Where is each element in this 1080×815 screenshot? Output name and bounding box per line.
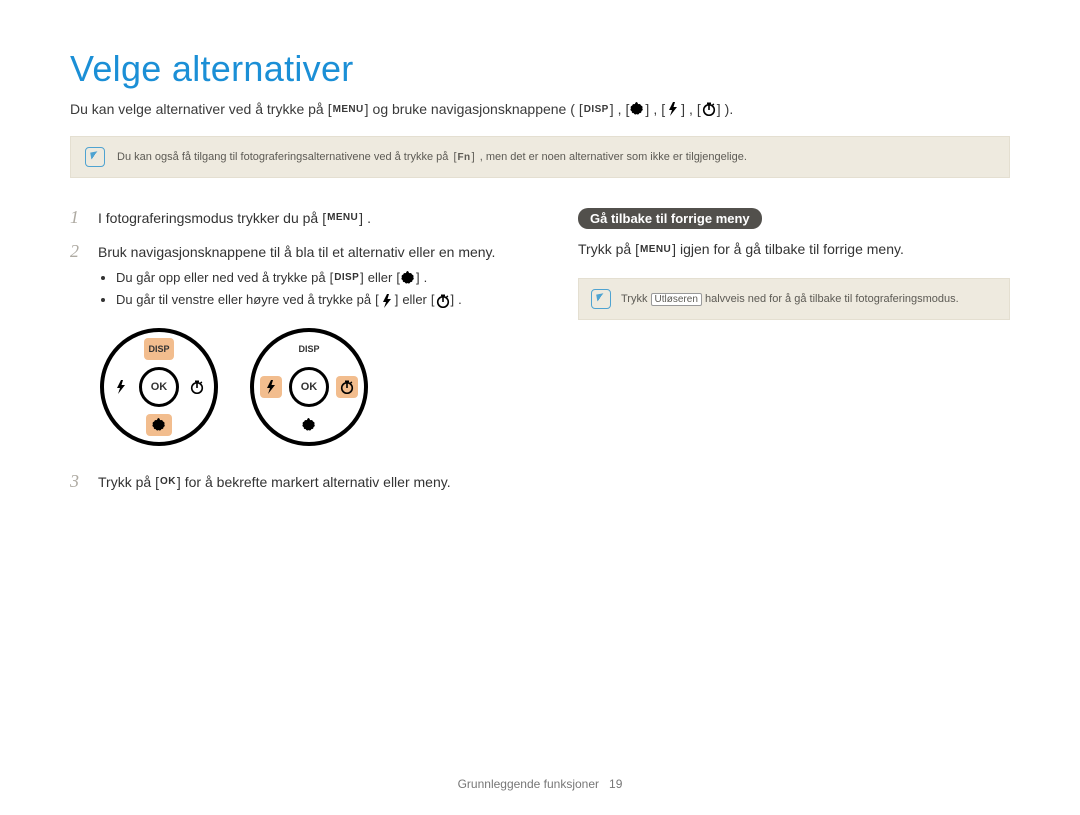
flower-icon	[301, 417, 317, 433]
step-1: 1 I fotograferingsmodus trykker du på ME…	[70, 208, 530, 228]
dial-macro-icon	[146, 414, 172, 436]
dial-disp-label: DISP	[294, 338, 324, 360]
navigation-dials: DISP OK DISP OK	[100, 328, 530, 446]
step-number: 1	[70, 208, 88, 228]
dial-ok-label: OK	[289, 367, 329, 407]
manual-page: Velge alternativer Du kan velge alternat…	[0, 0, 1080, 815]
intro-sep-2: ,	[653, 101, 657, 117]
back-after: igjen for å gå tilbake til forrige meny.	[680, 239, 904, 260]
menu-button-ref: MENU	[633, 241, 678, 259]
top-note-box: Du kan også få tilgang til fotografering…	[70, 136, 1010, 178]
footer-page-number: 19	[609, 777, 622, 791]
bullet1-a: Du går opp eller ned ved å trykke på	[116, 269, 326, 288]
step3-after: for å bekrefte markert alternativ eller …	[185, 472, 451, 492]
bullet1-end: .	[424, 269, 428, 288]
ok-button-ref: OK	[153, 473, 183, 491]
timer-icon	[435, 293, 451, 309]
step-number: 2	[70, 242, 88, 262]
menu-label: MENU	[332, 104, 365, 115]
page-title: Velge alternativer	[70, 48, 1010, 90]
menu-label: MENU	[326, 211, 359, 226]
macro-button-ref	[624, 100, 652, 118]
flower-icon	[629, 101, 645, 117]
timer-icon	[189, 379, 205, 395]
dial-timer-icon	[186, 376, 208, 398]
step-3: 3 Trykk på OK for å bekrefte markert alt…	[70, 472, 530, 492]
step-2: 2 Bruk navigasjonsknappene til å bla til…	[70, 242, 530, 314]
flower-icon	[151, 417, 167, 433]
timer-button-ref	[695, 100, 723, 118]
bullet2-end: .	[458, 291, 462, 310]
top-note-before: Du kan også få tilgang til fotografering…	[117, 151, 451, 163]
bullet-left-right: Du går til venstre eller høyre ved å try…	[116, 291, 495, 310]
disp-label: DISP	[333, 271, 360, 286]
dial-horizontal: DISP OK	[250, 328, 368, 446]
intro-text-2: og bruke navigasjonsknappene (	[373, 101, 575, 117]
disp-button-ref: DISP	[328, 269, 366, 287]
timer-icon	[339, 379, 355, 395]
back-before: Trykk på	[578, 239, 631, 260]
step-number: 3	[70, 472, 88, 492]
dial-flash-icon	[110, 376, 132, 398]
bolt-icon	[379, 293, 395, 309]
bullet1-mid: eller	[368, 269, 393, 288]
intro-paragraph: Du kan velge alternativer ved å trykke p…	[70, 100, 1010, 118]
macro-button-ref	[394, 269, 421, 287]
back-text: Trykk på MENU igjen for å gå tilbake til…	[578, 239, 1010, 260]
shutter-key-label: Utløseren	[651, 293, 702, 306]
disp-label: DISP	[583, 104, 610, 115]
note-before: Trykk	[621, 293, 651, 305]
bolt-icon	[665, 101, 681, 117]
bolt-icon	[113, 379, 129, 395]
menu-label: MENU	[639, 242, 672, 257]
timer-icon	[701, 101, 717, 117]
top-note-text: Du kan også få tilgang til fotografering…	[117, 148, 747, 166]
dial-macro-icon	[296, 414, 322, 436]
note-icon	[85, 147, 105, 167]
dial-timer-icon	[336, 376, 358, 398]
note-icon	[591, 289, 611, 309]
step2-bullets: Du går opp eller ned ved å trykke på DIS…	[98, 269, 495, 311]
dial-vertical: DISP OK	[100, 328, 218, 446]
footer-section: Grunnleggende funksjoner	[458, 777, 599, 791]
dial-ok-label: OK	[139, 367, 179, 407]
shutter-note-text: Trykk Utløseren halvveis ned for å gå ti…	[621, 293, 959, 305]
step1-before: I fotograferingsmodus trykker du på	[98, 208, 318, 228]
left-column: 1 I fotograferingsmodus trykker du på ME…	[70, 208, 530, 507]
top-note-after: , men det er noen alternativer som ikke …	[480, 151, 747, 163]
step1-after: .	[367, 208, 371, 228]
ok-label: OK	[159, 475, 177, 490]
dial-disp-label: DISP	[144, 338, 174, 360]
note-after: halvveis ned for å gå tilbake til fotogr…	[705, 293, 959, 305]
bolt-icon	[263, 379, 279, 395]
disp-button-ref: DISP	[577, 100, 616, 118]
bullet2-mid: eller	[402, 291, 427, 310]
menu-button-ref: MENU	[320, 209, 365, 227]
menu-button-ref: MENU	[326, 100, 371, 118]
step2-text: Bruk navigasjonsknappene til å bla til e…	[98, 244, 495, 260]
flash-button-ref	[659, 100, 687, 118]
timer-button-ref	[429, 292, 456, 310]
fn-button-ref: Fn	[451, 148, 476, 166]
content-columns: 1 I fotograferingsmodus trykker du på ME…	[70, 208, 1010, 507]
fn-label: Fn	[457, 152, 472, 163]
intro-sep-3: ,	[689, 101, 693, 117]
intro-sep-1: ,	[618, 101, 622, 117]
page-footer: Grunnleggende funksjoner 19	[0, 777, 1080, 791]
flash-button-ref	[373, 292, 400, 310]
intro-text-end: ).	[725, 101, 734, 117]
dial-flash-icon	[260, 376, 282, 398]
shutter-note: Trykk Utløseren halvveis ned for å gå ti…	[578, 278, 1010, 320]
bullet2-a: Du går til venstre eller høyre ved å try…	[116, 291, 371, 310]
back-heading: Gå tilbake til forrige meny	[578, 208, 762, 229]
flower-icon	[400, 270, 416, 286]
intro-text-1: Du kan velge alternativer ved å trykke p…	[70, 101, 324, 117]
bullet-up-down: Du går opp eller ned ved å trykke på DIS…	[116, 269, 495, 288]
right-column: Gå tilbake til forrige meny Trykk på MEN…	[578, 208, 1010, 507]
step3-before: Trykk på	[98, 472, 151, 492]
